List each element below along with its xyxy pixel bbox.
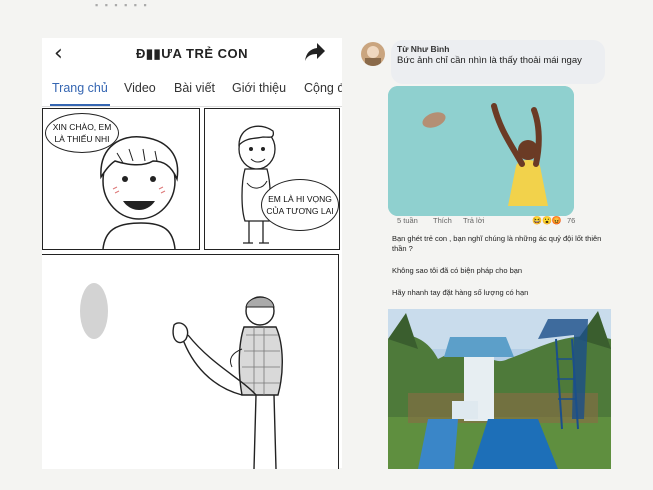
comic-panel-2: EM LÀ HI VỌNG CỦA TƯƠNG LAI — [204, 108, 340, 250]
facebook-page-panel: ‹ Đ▮▮ƯA TRẺ CON Trang chủ Video Bài viết… — [42, 38, 342, 469]
share-icon[interactable] — [304, 42, 326, 67]
avatar[interactable] — [361, 42, 385, 66]
message-line-1: Bạn ghét trẻ con , bạn nghĩ chúng là nhữ… — [392, 234, 602, 253]
tab-home[interactable]: Trang chủ — [52, 81, 108, 95]
comment-thread-panel: Từ Như Bình Bức ảnh chỉ cần nhìn là thấy… — [355, 38, 615, 478]
man-kicking-drawing — [80, 283, 283, 469]
comic-panel-1: XIN CHÀO, EM LÀ THIẾU NHI — [42, 108, 200, 250]
reply-button[interactable]: Trả lời — [463, 216, 484, 225]
comment-actions: 5 tuần Thích Trả lời 😆😮😡 76 — [395, 216, 585, 228]
comment-text: Bức ảnh chỉ cần nhìn là thấy thoải mái n… — [397, 55, 582, 66]
message-line-2: Không sao tôi đã có biện pháp cho bạn — [392, 266, 523, 275]
comment-header: Từ Như Bình Bức ảnh chỉ cần nhìn là thấy… — [355, 38, 610, 84]
speech-bubble-1: XIN CHÀO, EM LÀ THIẾU NHI — [45, 113, 119, 153]
active-tab-indicator — [50, 104, 110, 106]
message-line-3: Hãy nhanh tay đặt hàng số lượng có hạn — [392, 288, 529, 297]
comment-author[interactable]: Từ Như Bình — [397, 44, 449, 54]
playground-photo[interactable] — [388, 309, 611, 469]
tab-community[interactable]: Cộng đ — [304, 81, 342, 95]
beach-photo[interactable] — [388, 86, 574, 216]
comment-time: 5 tuần — [397, 216, 418, 225]
proud-child-drawing — [238, 125, 276, 244]
tab-video[interactable]: Video — [124, 81, 156, 95]
tab-about[interactable]: Giới thiệu — [232, 81, 286, 95]
speech-bubble-2: EM LÀ HI VỌNG CỦA TƯƠNG LAI — [261, 179, 339, 231]
page-tabs: Trang chủ Video Bài viết Giới thiệu Cộng… — [42, 72, 342, 107]
comic-panel-3 — [42, 254, 339, 469]
comment-bubble: Từ Như Bình Bức ảnh chỉ cần nhìn là thấy… — [391, 40, 605, 84]
reaction-count[interactable]: 76 — [567, 216, 575, 225]
cropped-top-text: ▪ ▪ ▪ ▪ ▪ ▪ — [95, 0, 149, 10]
reaction-icons[interactable]: 😆😮😡 — [532, 216, 562, 225]
tab-posts[interactable]: Bài viết — [174, 81, 215, 95]
page-header: ‹ Đ▮▮ƯA TRẺ CON — [42, 38, 342, 72]
page-title: Đ▮▮ƯA TRẺ CON — [136, 46, 248, 61]
like-button[interactable]: Thích — [433, 216, 452, 225]
